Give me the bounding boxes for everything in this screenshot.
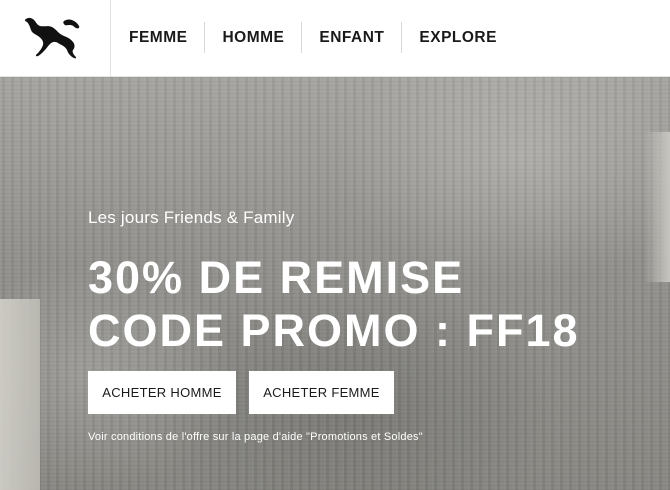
offer-conditions-text: Voir conditions de l'offre sur la page d… <box>88 431 423 443</box>
promo-subtitle: Les jours Friends & Family <box>88 208 295 227</box>
logo-link[interactable] <box>0 0 111 77</box>
nav-item-enfant[interactable]: ENFANT <box>301 22 401 53</box>
hero-background-detail <box>644 132 670 282</box>
main-nav: FEMME HOMME ENFANT EXPLORE <box>112 22 514 53</box>
promo-hero-banner: Les jours Friends & Family 30% DE REMISE… <box>0 77 670 490</box>
shop-women-button[interactable]: ACHETER FEMME <box>249 371 394 414</box>
promo-headline-code: CODE PROMO : FF18 <box>88 305 580 356</box>
nav-item-homme[interactable]: HOMME <box>204 22 301 53</box>
nav-item-explore[interactable]: EXPLORE <box>401 22 514 53</box>
nav-item-femme[interactable]: FEMME <box>112 22 204 53</box>
hero-background-detail <box>0 299 40 490</box>
puma-cat-logo-icon <box>24 17 80 59</box>
promo-headline: 30% DE REMISE CODE PROMO : FF18 <box>88 251 580 357</box>
promo-headline-discount: 30% DE REMISE <box>88 252 465 303</box>
site-header: FEMME HOMME ENFANT EXPLORE <box>0 0 670 77</box>
shop-men-button[interactable]: ACHETER HOMME <box>88 371 236 414</box>
